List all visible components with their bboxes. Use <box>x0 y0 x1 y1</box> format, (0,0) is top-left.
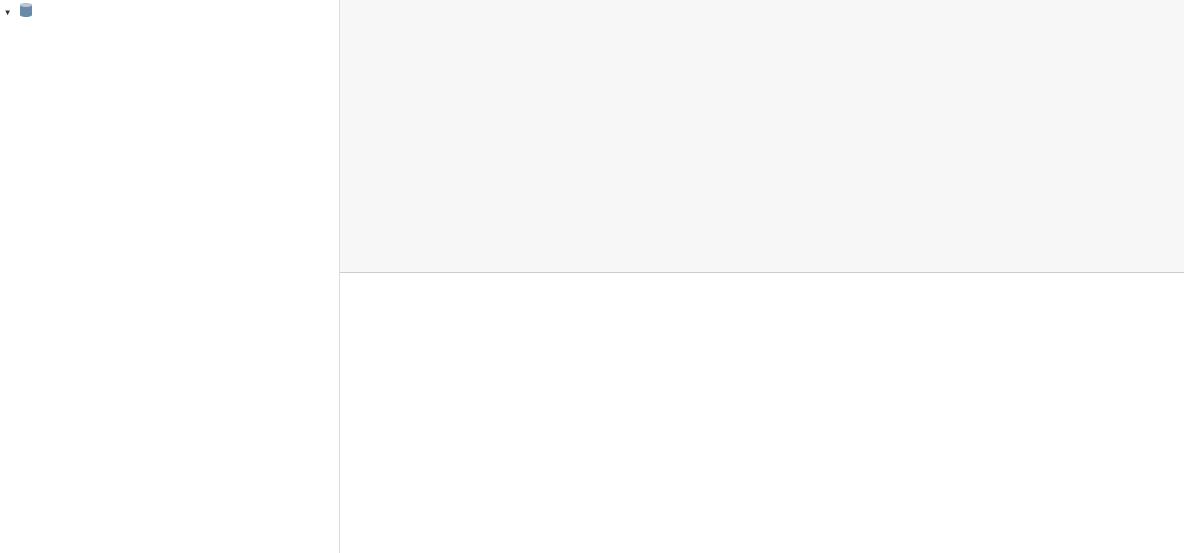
host-row[interactable]: ▾ <box>0 0 339 25</box>
main-pane <box>340 0 1184 553</box>
server-icon <box>18 2 34 23</box>
expand-arrow-icon[interactable]: ▾ <box>4 5 14 20</box>
log-pane[interactable] <box>340 273 1184 553</box>
sidebar: ▾ <box>0 0 340 553</box>
content-pane <box>340 0 1184 273</box>
